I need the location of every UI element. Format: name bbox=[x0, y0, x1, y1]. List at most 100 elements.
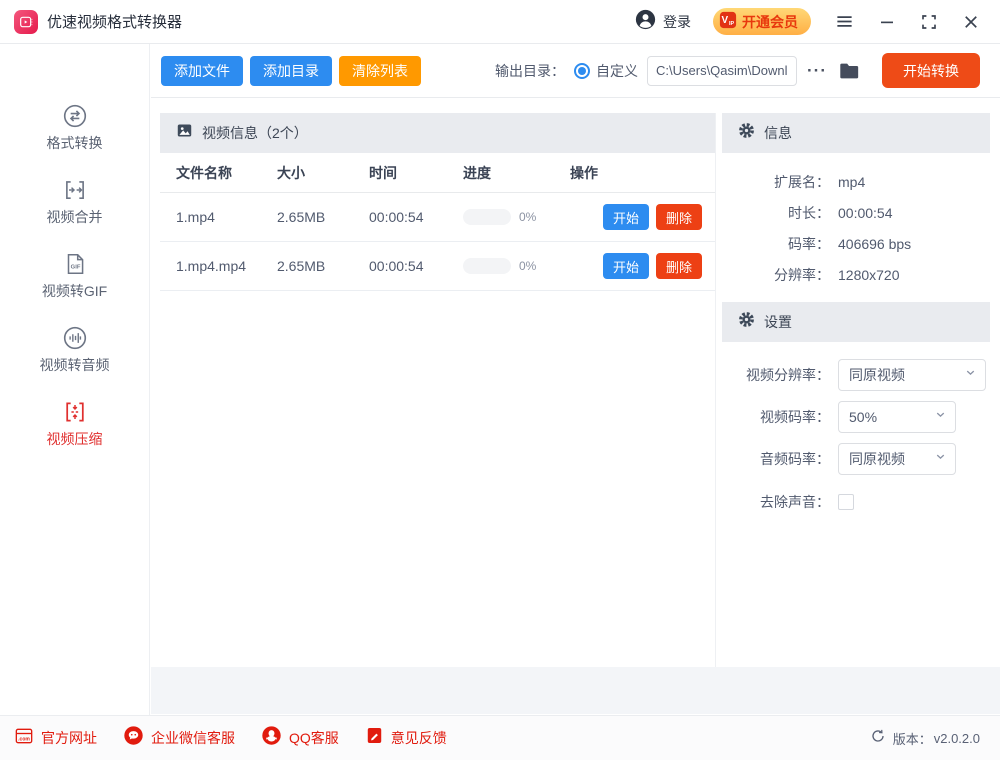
picture-icon bbox=[176, 122, 193, 144]
info-section-title: 信息 bbox=[764, 123, 792, 143]
main-area: 添加文件 添加目录 清除列表 输出目录： 自定义 ··· 开始转换 bbox=[151, 44, 1000, 715]
login-label: 登录 bbox=[663, 12, 691, 32]
app-window: 优速视频格式转换器 登录 V IP bbox=[0, 0, 1000, 760]
open-folder-icon[interactable] bbox=[838, 60, 860, 82]
menu-button[interactable] bbox=[835, 12, 854, 31]
content-area: 视频信息（2个） 文件名称 大小 时间 进度 操作 1.mp4 2.65MB 0… bbox=[151, 98, 1000, 714]
vip-badge-icon: V IP bbox=[719, 11, 737, 32]
close-button[interactable] bbox=[962, 13, 980, 31]
version-label: 版本： bbox=[893, 729, 932, 748]
sidebar-item-video-compress[interactable]: 视频压缩 bbox=[15, 398, 135, 449]
format-convert-icon bbox=[62, 102, 88, 130]
setting-row-video-resolution: 视频分辨率： 同原视频 bbox=[728, 359, 990, 391]
gear-icon bbox=[738, 122, 755, 144]
gear-icon bbox=[738, 311, 755, 333]
official-website-link[interactable]: .com 官方网址 bbox=[14, 726, 97, 751]
setting-row-mute: 去除声音： bbox=[728, 492, 990, 512]
settings-section-header: 设置 bbox=[722, 302, 990, 342]
video-list-header: 视频信息（2个） bbox=[160, 113, 715, 153]
user-icon bbox=[635, 9, 656, 35]
video-bitrate-select[interactable]: 50% bbox=[838, 401, 956, 433]
browse-more-button[interactable]: ··· bbox=[805, 59, 829, 83]
info-list: 扩展名： mp4 时长： 00:00:54 码率： 406696 bps 分辨率… bbox=[722, 153, 990, 290]
svg-text:GIF: GIF bbox=[70, 265, 80, 271]
setting-row-video-bitrate: 视频码率： 50% bbox=[728, 401, 990, 433]
feedback-link[interactable]: 意见反馈 bbox=[365, 726, 447, 750]
settings-list: 视频分辨率： 同原视频 视频码率： 50% bbox=[722, 342, 990, 512]
feedback-icon bbox=[365, 726, 384, 750]
cell-actions: 开始 删除 bbox=[570, 253, 715, 279]
info-settings-panel: 信息 扩展名： mp4 时长： 00:00:54 码率： 406696 bps bbox=[722, 113, 990, 668]
version-info: 版本： v2.0.2.0 bbox=[870, 728, 980, 749]
sidebar-item-video-merge[interactable]: 视频合并 bbox=[15, 176, 135, 227]
row-delete-button[interactable]: 删除 bbox=[656, 204, 702, 230]
toolbar: 添加文件 添加目录 清除列表 输出目录： 自定义 ··· 开始转换 bbox=[151, 44, 1000, 98]
video-to-gif-icon: GIF bbox=[62, 250, 88, 278]
wechat-service-link[interactable]: 企业微信客服 bbox=[123, 725, 235, 751]
sidebar-item-format-convert[interactable]: 格式转换 bbox=[15, 102, 135, 153]
qq-service-link[interactable]: QQ客服 bbox=[261, 725, 339, 751]
chevron-down-icon bbox=[934, 408, 947, 426]
info-row-resolution: 分辨率： 1280x720 bbox=[728, 259, 990, 290]
progress-value: 0% bbox=[519, 210, 536, 224]
chevron-down-icon bbox=[934, 450, 947, 468]
sidebar-item-label: 视频转音频 bbox=[40, 355, 110, 375]
row-start-button[interactable]: 开始 bbox=[603, 253, 649, 279]
svg-text:.com: .com bbox=[18, 736, 30, 742]
col-header-progress: 进度 bbox=[463, 163, 570, 183]
bottombar: .com 官方网址 企业微信客服 bbox=[0, 715, 1000, 760]
col-header-filename: 文件名称 bbox=[176, 163, 277, 183]
maximize-button[interactable] bbox=[920, 13, 938, 31]
login-button[interactable]: 登录 bbox=[635, 9, 691, 35]
cell-filename: 1.mp4 bbox=[176, 209, 277, 225]
table-header-row: 文件名称 大小 时间 进度 操作 bbox=[160, 153, 715, 193]
website-icon: .com bbox=[14, 726, 34, 751]
mute-checkbox[interactable] bbox=[838, 494, 854, 510]
add-directory-button[interactable]: 添加目录 bbox=[250, 56, 332, 86]
sidebar-item-video-to-gif[interactable]: GIF 视频转GIF bbox=[15, 250, 135, 301]
video-compress-icon bbox=[62, 398, 88, 426]
output-path-input[interactable] bbox=[647, 56, 797, 86]
titlebar: 优速视频格式转换器 登录 V IP bbox=[0, 0, 1000, 44]
content-bottom-strip bbox=[151, 667, 1000, 714]
info-row-bitrate: 码率： 406696 bps bbox=[728, 228, 990, 259]
col-header-size: 大小 bbox=[277, 163, 369, 183]
info-row-duration: 时长： 00:00:54 bbox=[728, 197, 990, 228]
update-refresh-icon bbox=[870, 728, 886, 749]
version-value: v2.0.2.0 bbox=[934, 731, 980, 746]
clear-list-button[interactable]: 清除列表 bbox=[339, 56, 421, 86]
cell-time: 00:00:54 bbox=[369, 258, 463, 274]
setting-row-audio-bitrate: 音频码率： 同原视频 bbox=[728, 443, 990, 475]
col-header-actions: 操作 bbox=[570, 163, 715, 183]
add-file-button[interactable]: 添加文件 bbox=[161, 56, 243, 86]
svg-text:IP: IP bbox=[729, 21, 734, 27]
audio-bitrate-select[interactable]: 同原视频 bbox=[838, 443, 956, 475]
video-resolution-select[interactable]: 同原视频 bbox=[838, 359, 986, 391]
custom-radio[interactable] bbox=[574, 63, 590, 79]
wechat-service-icon bbox=[123, 725, 144, 751]
col-header-time: 时间 bbox=[369, 163, 463, 183]
open-vip-button[interactable]: V IP 开通会员 bbox=[713, 8, 811, 35]
table-row: 1.mp4 2.65MB 00:00:54 0% 开始 删除 bbox=[160, 193, 715, 242]
video-to-audio-icon bbox=[62, 324, 88, 352]
sidebar-item-label: 视频压缩 bbox=[47, 429, 103, 449]
minimize-button[interactable] bbox=[878, 13, 896, 31]
info-row-extension: 扩展名： mp4 bbox=[728, 166, 990, 197]
custom-radio-label: 自定义 bbox=[596, 61, 638, 81]
app-logo-icon bbox=[14, 10, 38, 34]
sidebar-item-video-to-audio[interactable]: 视频转音频 bbox=[15, 324, 135, 375]
sidebar-item-label: 视频合并 bbox=[47, 207, 103, 227]
row-delete-button[interactable]: 删除 bbox=[656, 253, 702, 279]
progress-value: 0% bbox=[519, 259, 536, 273]
cell-actions: 开始 删除 bbox=[570, 204, 715, 230]
cell-progress: 0% bbox=[463, 209, 570, 225]
cell-size: 2.65MB bbox=[277, 209, 369, 225]
qq-service-icon bbox=[261, 725, 282, 751]
row-start-button[interactable]: 开始 bbox=[603, 204, 649, 230]
video-merge-icon bbox=[62, 176, 88, 204]
cell-time: 00:00:54 bbox=[369, 209, 463, 225]
start-convert-button[interactable]: 开始转换 bbox=[882, 53, 980, 88]
app-title: 优速视频格式转换器 bbox=[47, 11, 182, 32]
chevron-down-icon bbox=[964, 366, 977, 384]
sidebar-item-label: 格式转换 bbox=[47, 133, 103, 153]
